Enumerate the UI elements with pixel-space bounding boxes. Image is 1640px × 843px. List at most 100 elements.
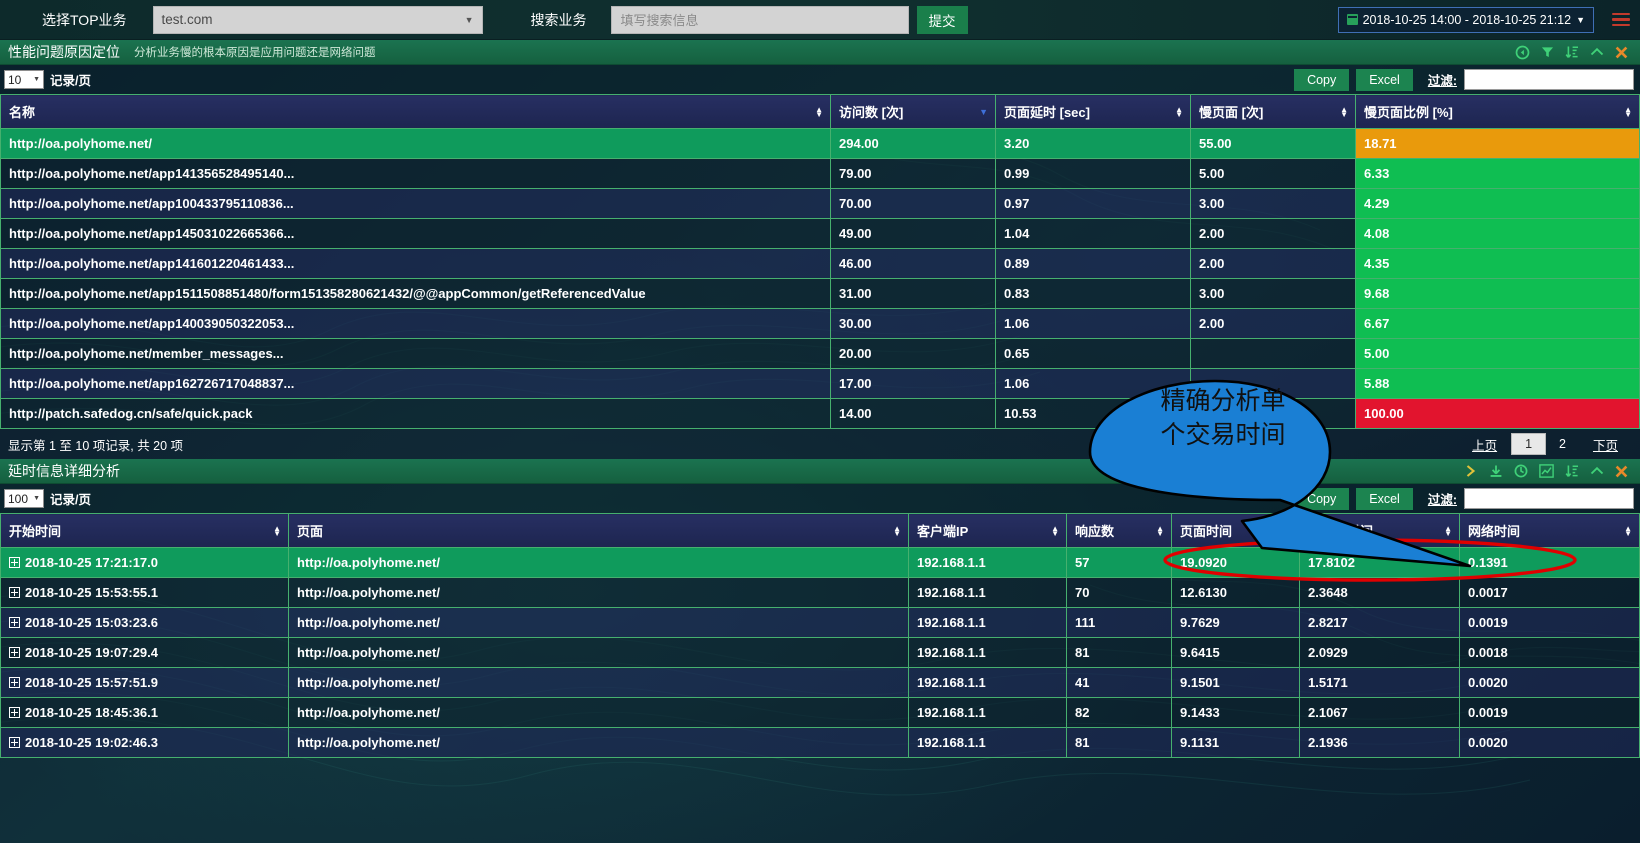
calendar-icon	[1346, 14, 1358, 25]
col-header-pagetime-label: 页面时间	[1180, 524, 1233, 539]
excel-button-2[interactable]: Excel	[1356, 487, 1413, 510]
col-header-pagetime[interactable]: 页面时间 ▼	[1171, 513, 1300, 548]
copy-button-2[interactable]: Copy	[1294, 487, 1350, 510]
col-header-name[interactable]: 名称 ▲ ▼	[0, 94, 831, 129]
cell-servertime: 17.8102	[1299, 547, 1460, 578]
col-header-starttime[interactable]: 开始时间 ▲ ▼	[0, 513, 289, 548]
table-row[interactable]: http://oa.polyhome.net/app14160122046143…	[0, 248, 1640, 279]
pagination-1: 上页 1 2 下页	[1458, 432, 1632, 457]
table-row[interactable]: http://oa.polyhome.net/app14503102266536…	[0, 218, 1640, 249]
page-next-1[interactable]: 下页	[1579, 432, 1632, 457]
panel1-title: 性能问题原因定位	[8, 44, 120, 60]
expand-row-icon[interactable]	[9, 557, 20, 568]
collapse-icon[interactable]	[1590, 465, 1604, 477]
col-header-networktime-label: 网络时间	[1468, 524, 1521, 539]
expand-row-icon[interactable]	[9, 677, 20, 688]
page-prev-1[interactable]: 上页	[1458, 432, 1511, 457]
date-range-picker[interactable]: 2018-10-25 14:00 - 2018-10-25 21:12 ▼	[1337, 6, 1594, 33]
cell-visits: 79.00	[830, 158, 996, 189]
close-icon[interactable]	[1615, 465, 1628, 478]
hamburger-menu-icon[interactable]	[1612, 12, 1630, 27]
expand-row-icon[interactable]	[9, 707, 20, 718]
refresh-icon[interactable]	[1515, 45, 1530, 60]
filter-input-1[interactable]	[1464, 69, 1634, 90]
table-row[interactable]: http://oa.polyhome.net/294.00 3.20 55.00 18…	[0, 128, 1640, 159]
cell-starttime: 2018-10-25 19:07:29.4	[0, 637, 289, 668]
business-select[interactable]: test.com ▼	[152, 5, 483, 34]
cell-servertime: 1.5171	[1299, 667, 1460, 698]
page-1[interactable]: 1	[1511, 433, 1547, 455]
cell-slowpages: 3.00	[1190, 188, 1356, 219]
cell-slowpages: 5.00	[1190, 158, 1356, 189]
page-length-select-1[interactable]: 10 ▼	[4, 70, 44, 89]
col-header-clientip[interactable]: 客户端IP ▲ ▼	[908, 513, 1067, 548]
expand-row-icon[interactable]	[9, 587, 20, 598]
cell-page: http://oa.polyhome.net/	[288, 577, 909, 608]
performance-table-body: http://oa.polyhome.net/294.00 3.20 55.00 18…	[0, 128, 1640, 429]
cell-latency: 0.83	[995, 278, 1191, 309]
cell-slowpages	[1190, 338, 1356, 369]
cell-starttime: 2018-10-25 15:53:55.1	[0, 577, 289, 608]
table-row[interactable]: http://oa.polyhome.net/app14003905032205…	[0, 308, 1640, 339]
table-row[interactable]: 2018-10-25 15:53:55.1 http://oa.polyhome.…	[0, 577, 1640, 608]
table-row[interactable]: 2018-10-25 15:57:51.9 http://oa.polyhome.…	[0, 667, 1640, 698]
table-row[interactable]: http://oa.polyhome.net/app14135652849514…	[0, 158, 1640, 189]
col-header-latency[interactable]: 页面延时 [sec] ▲ ▼	[995, 94, 1191, 129]
copy-button-1[interactable]: Copy	[1294, 68, 1350, 91]
page-length-label-2: 记录/页	[50, 493, 91, 507]
table-row[interactable]: http://oa.polyhome.net/app16272671704883…	[0, 368, 1640, 399]
col-header-servertime[interactable]: 服务器时间 ▲ ▼	[1299, 513, 1460, 548]
target-icon[interactable]	[1514, 464, 1528, 478]
filter-input-2[interactable]	[1464, 488, 1634, 509]
table-row[interactable]: 2018-10-25 19:02:46.3 http://oa.polyhome.…	[0, 727, 1640, 758]
cell-starttime-label: 2018-10-25 19:07:29.4	[25, 645, 158, 660]
table-row[interactable]: 2018-10-25 15:03:23.6 http://oa.polyhome.…	[0, 607, 1640, 638]
table-row[interactable]: http://oa.polyhome.net/member_messages..…	[0, 338, 1640, 369]
page-length-select-2[interactable]: 100 ▼	[4, 489, 44, 508]
table-row[interactable]: http://patch.safedog.cn/safe/quick.pack 1…	[0, 398, 1640, 429]
date-range-value: 2018-10-25 14:00 - 2018-10-25 21:12	[1362, 12, 1572, 27]
table-row[interactable]: 2018-10-25 19:07:29.4 http://oa.polyhome.…	[0, 637, 1640, 668]
col-header-responses[interactable]: 响应数 ▲ ▼	[1066, 513, 1172, 548]
cell-page: http://oa.polyhome.net/	[288, 727, 909, 758]
expand-row-icon[interactable]	[9, 647, 20, 658]
expand-row-icon[interactable]	[9, 617, 20, 628]
cell-networktime: 0.0019	[1459, 697, 1640, 728]
cell-servertime: 2.8217	[1299, 607, 1460, 638]
cell-name: http://oa.polyhome.net/app10043379511083…	[0, 188, 831, 219]
filter-label-1: 过滤:	[1427, 74, 1457, 88]
table-row[interactable]: 2018-10-25 17:21:17.0 http://oa.polyhome.…	[0, 547, 1640, 578]
sort-arrows-icon: ▲ ▼	[893, 523, 901, 538]
cell-clientip: 192.168.1.1	[908, 697, 1067, 728]
download-icon[interactable]	[1489, 464, 1503, 478]
col-header-page[interactable]: 页面 ▲ ▼	[288, 513, 909, 548]
col-header-visits[interactable]: 访问数 [次] ▼	[830, 94, 996, 129]
table-row[interactable]: 2018-10-25 18:45:36.1 http://oa.polyhome.…	[0, 697, 1640, 728]
sort-icon[interactable]	[1565, 464, 1579, 478]
chevron-down-icon: ▼	[1576, 14, 1585, 25]
sort-icon[interactable]	[1565, 45, 1579, 59]
col-header-slowratio[interactable]: 慢页面比例 [%] ▲ ▼	[1355, 94, 1640, 129]
cell-latency: 1.06	[995, 368, 1191, 399]
panel-latency-detail: 延时信息详细分析 100 ▼ 记录/页 Copy Excel 过滤: 开始时间 …	[0, 459, 1640, 758]
page-2[interactable]: 2	[1546, 434, 1579, 454]
col-header-slowpages[interactable]: 慢页面 [次] ▲ ▼	[1190, 94, 1356, 129]
col-header-networktime[interactable]: 网络时间 ▲ ▼	[1459, 513, 1640, 548]
chart-icon[interactable]	[1539, 464, 1554, 478]
expand-arrow-icon[interactable]	[1464, 464, 1478, 478]
cell-starttime: 2018-10-25 19:02:46.3	[0, 727, 289, 758]
table-row[interactable]: http://oa.polyhome.net/app1511508851480/…	[0, 278, 1640, 309]
excel-button-1[interactable]: Excel	[1356, 68, 1413, 91]
cell-servertime: 2.0929	[1299, 637, 1460, 668]
collapse-icon[interactable]	[1590, 46, 1604, 58]
table-row[interactable]: http://oa.polyhome.net/app10043379511083…	[0, 188, 1640, 219]
business-select-value: test.com	[161, 12, 213, 27]
cell-visits: 49.00	[830, 218, 996, 249]
close-icon[interactable]	[1615, 46, 1628, 59]
sort-desc-icon: ▼	[1283, 525, 1292, 536]
filter-icon[interactable]	[1541, 45, 1554, 59]
submit-button[interactable]: 提交	[916, 5, 968, 34]
search-input[interactable]: 填写搜索信息	[610, 5, 909, 34]
expand-row-icon[interactable]	[9, 737, 20, 748]
table-header-row-2: 开始时间 ▲ ▼ 页面 ▲ ▼ 客户端IP ▲ ▼ 响应数 ▲ ▼ 页面时间 ▼ 服务器时间 ▲ ▼ …	[0, 513, 1640, 548]
